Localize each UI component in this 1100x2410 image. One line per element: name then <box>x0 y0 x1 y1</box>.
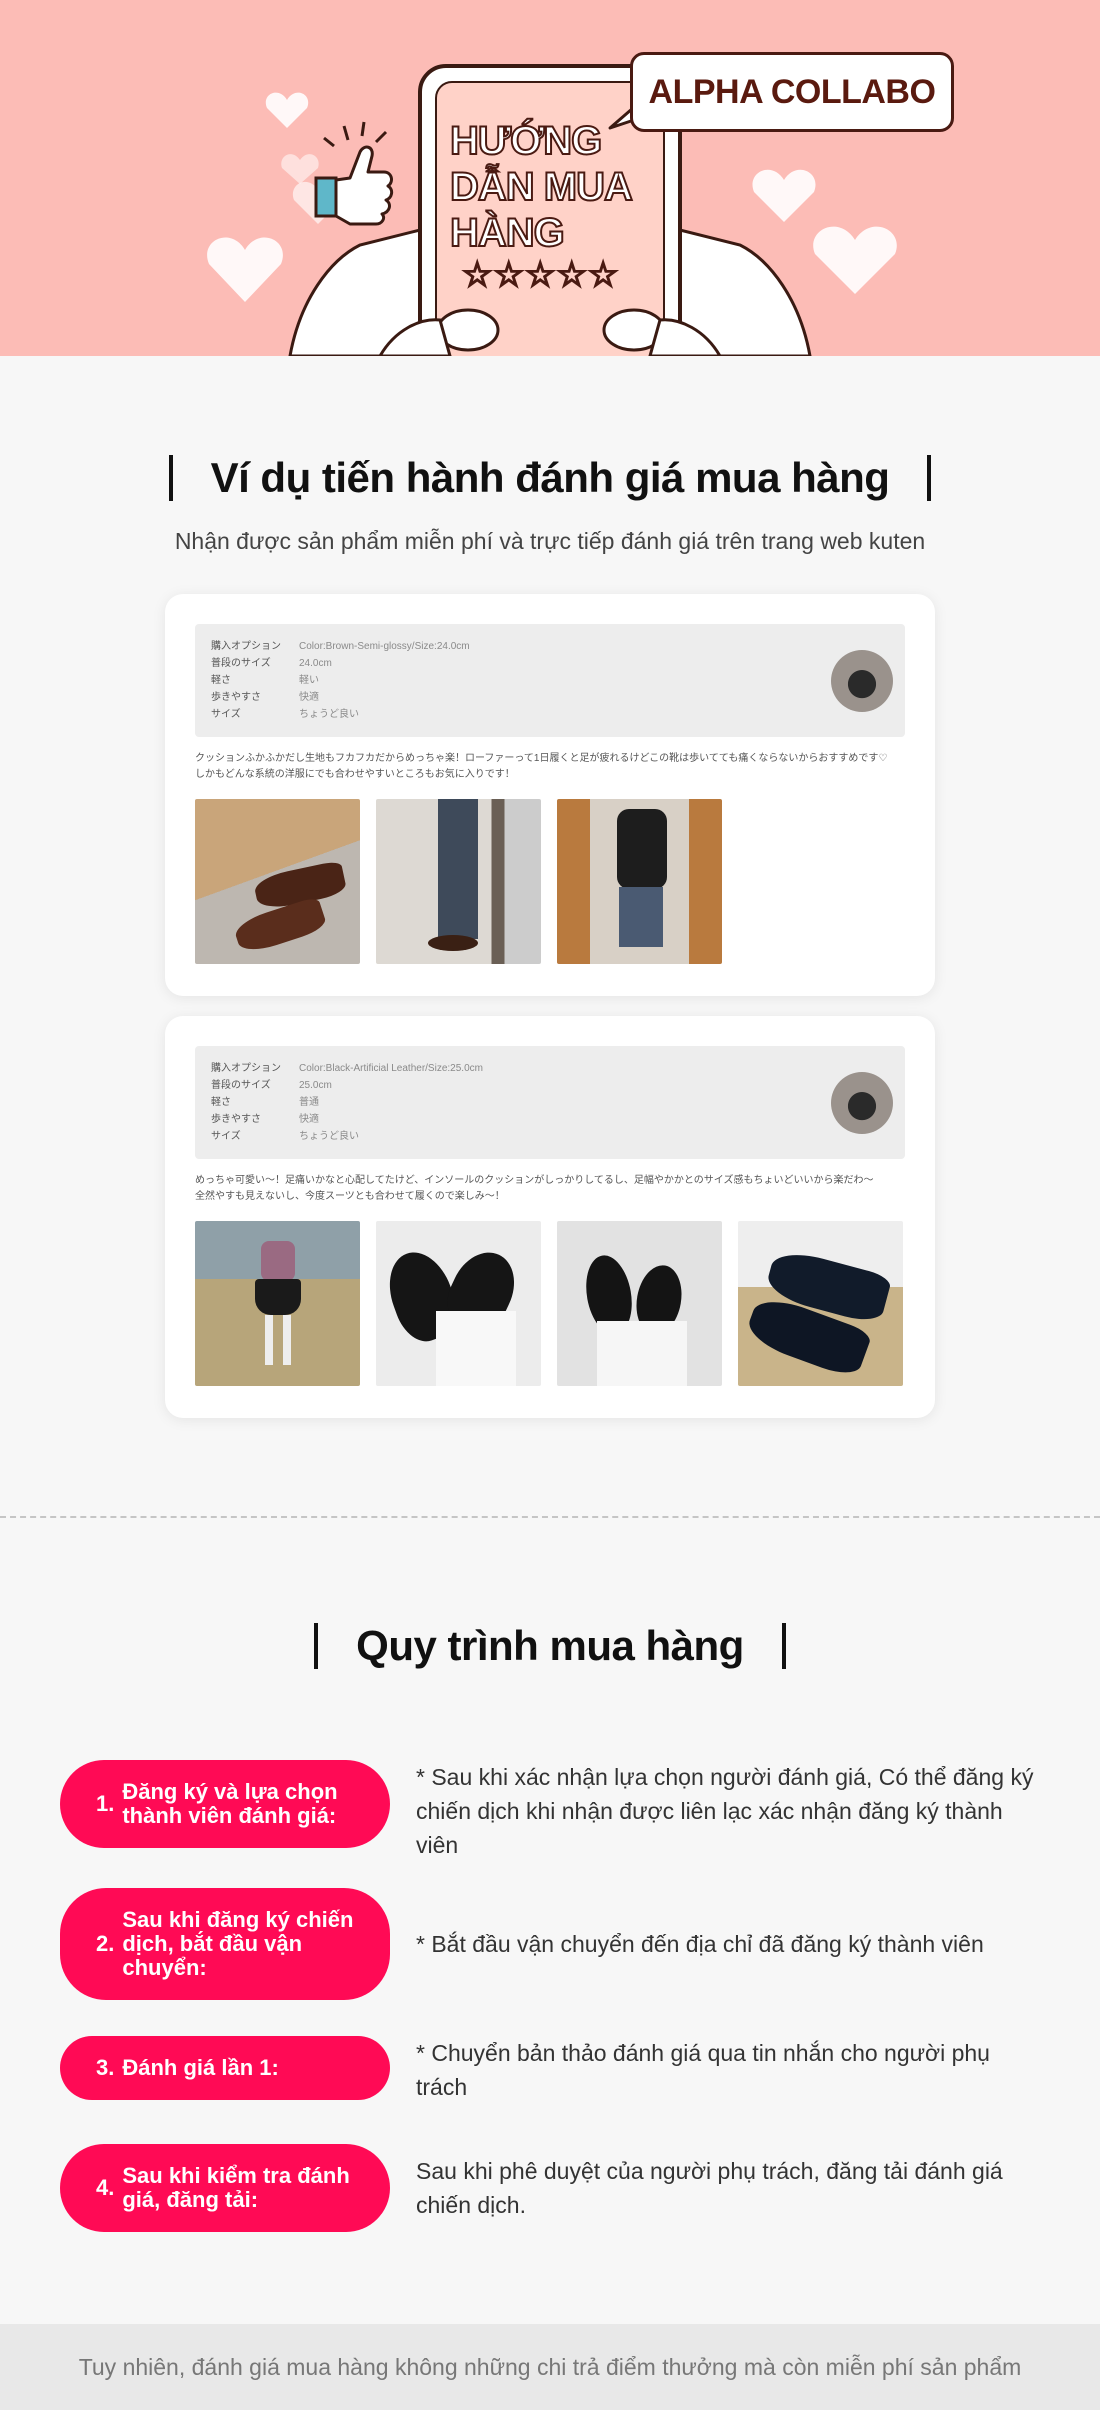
option-row: 軽さ 普通 <box>211 1094 889 1111</box>
review-text-line: しかもどんな系統の洋服にでも合わせやすいところもお気に入りです！ <box>195 769 515 780</box>
review-options: 購入オプション Color:Black-Artificial Leather/Si… <box>195 1046 905 1159</box>
review-options: 購入オプション Color:Brown-Semi-glossy/Size:24.0… <box>195 624 905 737</box>
option-value: 軽い <box>299 675 319 686</box>
product-thumbnail[interactable] <box>831 1072 893 1134</box>
step-2-description: * Bắt đầu vận chuyển đến địa chỉ đã đăng… <box>416 1931 984 1957</box>
option-value: 快適 <box>299 692 319 703</box>
option-key: 歩きやすさ <box>211 692 261 703</box>
review-card: 購入オプション Color:Black-Artificial Leather/Si… <box>165 1016 935 1418</box>
review-photos <box>195 799 905 964</box>
option-key: 普段のサイズ <box>211 1080 271 1091</box>
review-photo[interactable] <box>376 1221 541 1386</box>
step-1-description: * Sau khi xác nhận lựa chọn người đánh g… <box>416 1764 1034 1858</box>
option-value: ちょうど良い <box>299 1131 359 1142</box>
option-key: 歩きやすさ <box>211 1114 261 1125</box>
option-value: Color:Brown-Semi-glossy/Size:24.0cm <box>299 641 470 652</box>
review-text-line: 全然やすも見えないし、今度スーツとも合わせて履くので楽しみ～！ <box>195 1191 505 1202</box>
step-1-label: 1. Đăng ký và lựa chọn thành viên đánh g… <box>60 1760 390 1848</box>
review-photo[interactable] <box>376 799 541 964</box>
option-value: 快適 <box>299 1114 319 1125</box>
option-key: 購入オプション <box>211 641 281 652</box>
step-4-label: 4. Sau khi kiểm tra đánh giá, đăng tải: <box>60 2144 390 2232</box>
option-key: 普段のサイズ <box>211 658 271 669</box>
step-number: 1. <box>96 1791 115 1816</box>
step-label-text: Đăng ký và lựa chọn thành viên đánh giá: <box>122 1779 338 1828</box>
brand-badge: ALPHA COLLABO <box>630 52 954 132</box>
option-key: サイズ <box>211 709 241 720</box>
step-label-text: Đánh giá lần 1: <box>122 2055 279 2080</box>
option-row: 歩きやすさ 快適 <box>211 1111 889 1128</box>
step-label-text: Sau khi đăng ký chiến dịch, bắt đầu vận … <box>122 1907 354 1980</box>
review-card: 購入オプション Color:Brown-Semi-glossy/Size:24.0… <box>165 594 935 996</box>
option-key: 軽さ <box>211 1097 231 1108</box>
heading-bar-right <box>927 455 932 501</box>
option-value: Color:Black-Artificial Leather/Size:25.0… <box>299 1063 483 1074</box>
section-divider <box>0 1516 1100 1518</box>
step-label-text: Sau khi kiểm tra đánh giá, đăng tải: <box>122 2163 350 2212</box>
review-photo[interactable] <box>557 1221 722 1386</box>
step-number: 4. <box>96 2175 115 2200</box>
footer-note: Tuy nhiên, đánh giá mua hàng không những… <box>0 2324 1100 2410</box>
option-row: サイズ ちょうど良い <box>211 1128 889 1145</box>
option-row: 購入オプション Color:Black-Artificial Leather/Si… <box>211 1060 889 1077</box>
option-row: 歩きやすさ 快適 <box>211 689 889 706</box>
review-text-line: クッションふかふかだし生地もフカフカだからめっちゃ楽！ローファーって1日履くと足… <box>195 753 888 764</box>
example-section-heading: Ví dụ tiến hành đánh giá mua hàng <box>0 454 1100 502</box>
step-number: 3. <box>96 2055 115 2080</box>
option-key: 軽さ <box>211 675 231 686</box>
review-photos <box>195 1221 905 1386</box>
option-row: 購入オプション Color:Brown-Semi-glossy/Size:24.0… <box>211 638 889 655</box>
option-row: 軽さ 軽い <box>211 672 889 689</box>
step-number: 2. <box>96 1931 115 1956</box>
review-photo[interactable] <box>195 799 360 964</box>
option-row: 普段のサイズ 25.0cm <box>211 1077 889 1094</box>
review-photo[interactable] <box>195 1221 360 1386</box>
process-section-heading: Quy trình mua hàng <box>0 1622 1100 1670</box>
option-value: ちょうど良い <box>299 709 359 720</box>
option-key: サイズ <box>211 1131 241 1142</box>
process-heading-text: Quy trình mua hàng <box>356 1622 744 1669</box>
review-text: めっちゃ可愛い～！足痛いかなと心配してたけど、インソールのクッションがしっかりし… <box>195 1173 905 1205</box>
option-value: 25.0cm <box>299 1080 332 1091</box>
rating-stars-icon: ☆☆☆☆☆ <box>461 255 620 295</box>
step-3-description: * Chuyển bản thảo đánh giá qua tin nhắn … <box>416 2040 990 2100</box>
hero-title: HƯỚNG DẪN MUA HÀNG <box>449 118 632 256</box>
product-thumbnail[interactable] <box>831 650 893 712</box>
review-text-line: めっちゃ可愛い～！足痛いかなと心配してたけど、インソールのクッションがしっかりし… <box>195 1175 874 1186</box>
heading-bar-right <box>781 1623 786 1669</box>
option-value: 普通 <box>299 1097 319 1108</box>
hero-banner: HƯỚNG DẪN MUA HÀNG ALPHA COLLABO ☆☆☆☆☆ <box>0 0 1100 356</box>
step-3-label: 3. Đánh giá lần 1: <box>60 2036 390 2100</box>
step-2-label: 2. Sau khi đăng ký chiến dịch, bắt đầu v… <box>60 1888 390 2000</box>
example-heading-text: Ví dụ tiến hành đánh giá mua hàng <box>210 454 890 501</box>
step-4-description: Sau khi phê duyệt của người phụ trách, đ… <box>416 2158 1003 2218</box>
option-value: 24.0cm <box>299 658 332 669</box>
review-text: クッションふかふかだし生地もフカフカだからめっちゃ楽！ローファーって1日履くと足… <box>195 751 905 783</box>
thumbs-up-icon <box>314 121 394 226</box>
option-key: 購入オプション <box>211 1063 281 1074</box>
option-row: 普段のサイズ 24.0cm <box>211 655 889 672</box>
example-subtitle: Nhận được sản phẩm miễn phí và trực tiếp… <box>174 528 926 554</box>
option-row: サイズ ちょうど良い <box>211 706 889 723</box>
review-photo[interactable] <box>738 1221 903 1386</box>
review-photo[interactable] <box>557 799 722 964</box>
